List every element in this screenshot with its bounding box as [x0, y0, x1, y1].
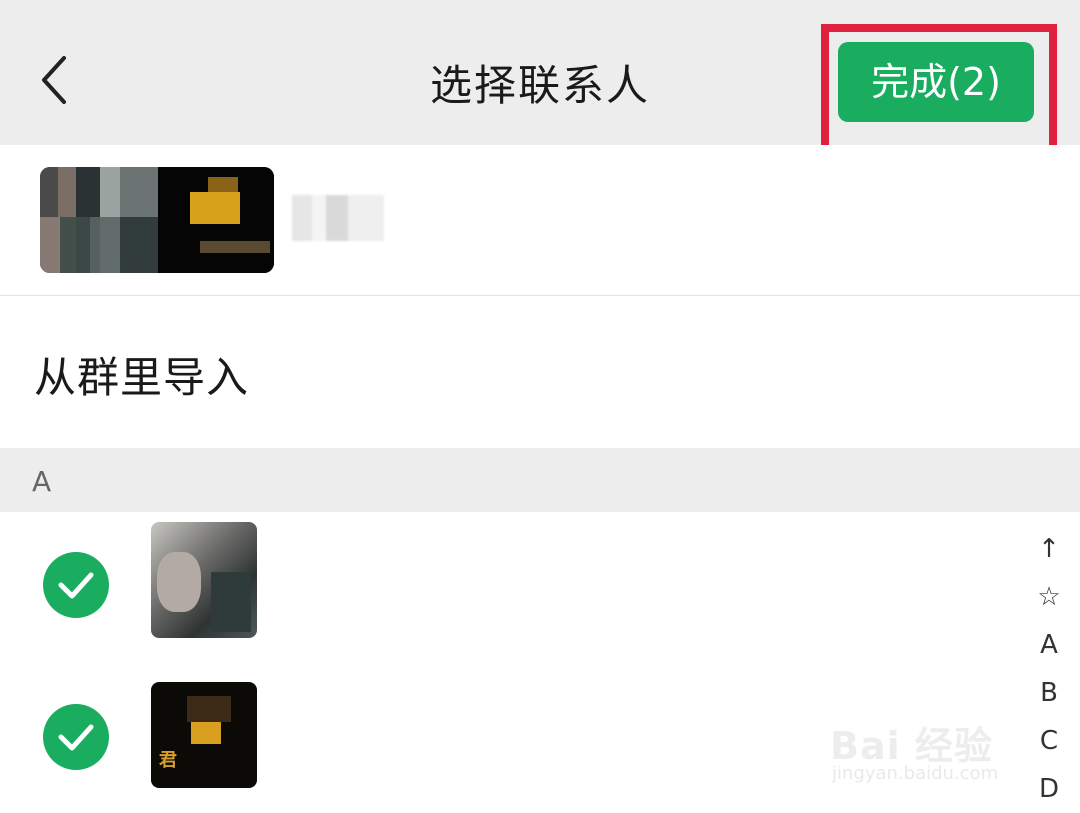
group-chat-row[interactable] [0, 145, 1080, 296]
alphabet-index-bar[interactable]: ↑ ☆ A B C D [1028, 525, 1070, 813]
import-from-group-label: 从群里导入 [34, 353, 250, 402]
done-button[interactable]: 完成(2) [838, 42, 1034, 122]
contact-avatar: 君 [151, 682, 257, 788]
index-item-d[interactable]: D [1028, 765, 1070, 813]
index-item-c[interactable]: C [1028, 717, 1070, 765]
check-icon [58, 572, 94, 599]
import-from-group-row[interactable]: 从群里导入 [0, 296, 1080, 448]
section-header: A [0, 448, 1080, 512]
check-icon [58, 724, 94, 751]
group-avatar [40, 167, 274, 273]
index-item-a[interactable]: A [1028, 621, 1070, 669]
watermark: Bai 经验 jingyan.baidu.com [830, 695, 1030, 795]
index-item-b[interactable]: B [1028, 669, 1070, 717]
checkbox-checked[interactable] [43, 552, 109, 618]
avatar-text: 君 [159, 750, 177, 771]
contact-row[interactable] [0, 512, 1000, 662]
checkbox-checked[interactable] [43, 704, 109, 770]
index-item-top[interactable]: ↑ [1028, 525, 1070, 573]
watermark-logo: Bai 经验 [830, 724, 993, 768]
watermark-url: jingyan.baidu.com [832, 763, 999, 784]
section-letter: A [32, 465, 52, 498]
group-name-blurred [292, 195, 384, 241]
index-item-star[interactable]: ☆ [1028, 573, 1070, 621]
contact-avatar [151, 522, 257, 638]
